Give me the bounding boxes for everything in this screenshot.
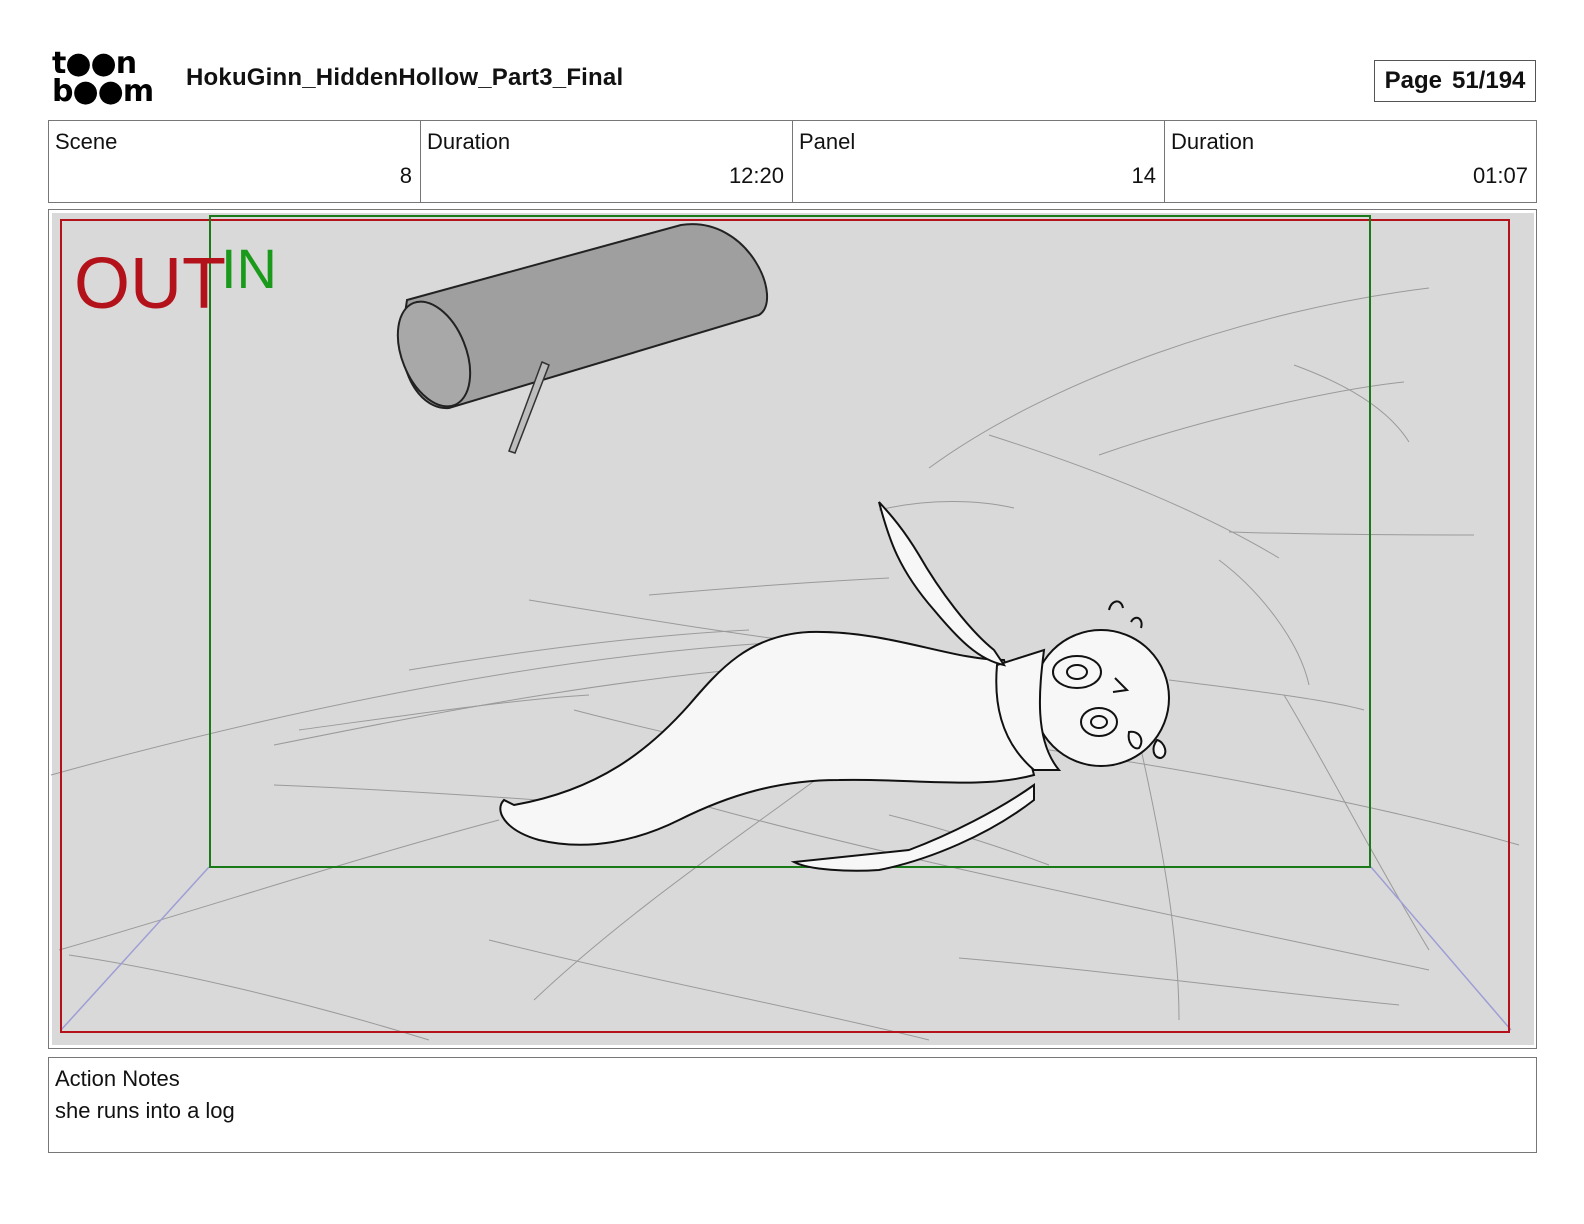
panel-duration-value: 01:07 bbox=[1472, 163, 1528, 188]
scene-value: 8 bbox=[399, 163, 412, 188]
panel-cell: Panel 14 bbox=[793, 121, 1165, 202]
scene-duration-cell: Duration 12:20 bbox=[421, 121, 793, 202]
scene-info-table: Scene 8 Duration 12:20 Panel 14 Duration… bbox=[48, 120, 1537, 203]
page-indicator: Page 51/194 bbox=[1374, 60, 1536, 102]
logo-bottom-text: b●●m bbox=[52, 74, 154, 109]
action-notes: Action Notes she runs into a log bbox=[48, 1057, 1537, 1153]
panel-label: Panel bbox=[799, 129, 856, 154]
panel-background bbox=[52, 213, 1534, 1045]
page-label: Page bbox=[1384, 67, 1442, 94]
scene-cell: Scene 8 bbox=[49, 121, 421, 202]
project-title: HokuGinn_HiddenHollow_Part3_Final bbox=[186, 64, 624, 91]
out-label: OUT bbox=[74, 244, 226, 324]
scene-label: Scene bbox=[55, 129, 118, 154]
storyboard-panel: OUT IN bbox=[48, 209, 1537, 1049]
page-value: 51/194 bbox=[1451, 67, 1526, 94]
toonboom-logo: t●●n b●●m bbox=[52, 49, 164, 112]
panel-duration-cell: Duration 01:07 bbox=[1165, 121, 1536, 202]
panel-drawing: OUT IN bbox=[50, 213, 1534, 1045]
panel-duration-label: Duration bbox=[1171, 129, 1255, 154]
action-notes-text: she runs into a log bbox=[55, 1098, 235, 1123]
scene-duration-label: Duration bbox=[427, 129, 511, 154]
in-label: IN bbox=[221, 237, 277, 300]
panel-value: 14 bbox=[1131, 163, 1156, 188]
scene-duration-value: 12:20 bbox=[728, 163, 784, 188]
action-notes-label: Action Notes bbox=[55, 1066, 180, 1091]
